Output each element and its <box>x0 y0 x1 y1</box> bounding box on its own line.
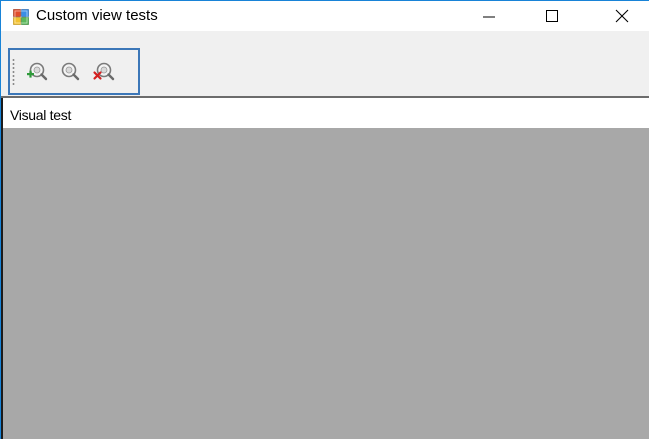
title-bar[interactable]: Custom view tests <box>1 1 649 31</box>
app-window-icon[interactable] <box>13 9 29 25</box>
minimize-button[interactable] <box>466 1 512 31</box>
close-button[interactable] <box>599 1 645 31</box>
maximize-icon <box>546 10 558 22</box>
zoom-in-button[interactable] <box>24 60 48 84</box>
toolbar <box>8 48 140 95</box>
maximize-button[interactable] <box>529 1 575 31</box>
custom-view-canvas[interactable]: Visual test <box>1 98 649 439</box>
zoom-cancel-button[interactable] <box>91 60 115 84</box>
zoom-in-icon <box>27 62 48 81</box>
view-header-label: Visual test <box>10 107 72 123</box>
minimize-icon <box>483 16 495 18</box>
zoom-cancel-icon <box>93 62 115 81</box>
view-header: Visual test <box>3 98 649 128</box>
zoom-reset-icon <box>61 62 80 81</box>
main-window: Custom view tests Visual test <box>0 0 649 439</box>
close-icon <box>615 9 629 23</box>
window-title: Custom view tests <box>36 7 158 24</box>
toolbar-grip-handle[interactable] <box>12 58 15 86</box>
zoom-reset-button[interactable] <box>58 60 82 84</box>
